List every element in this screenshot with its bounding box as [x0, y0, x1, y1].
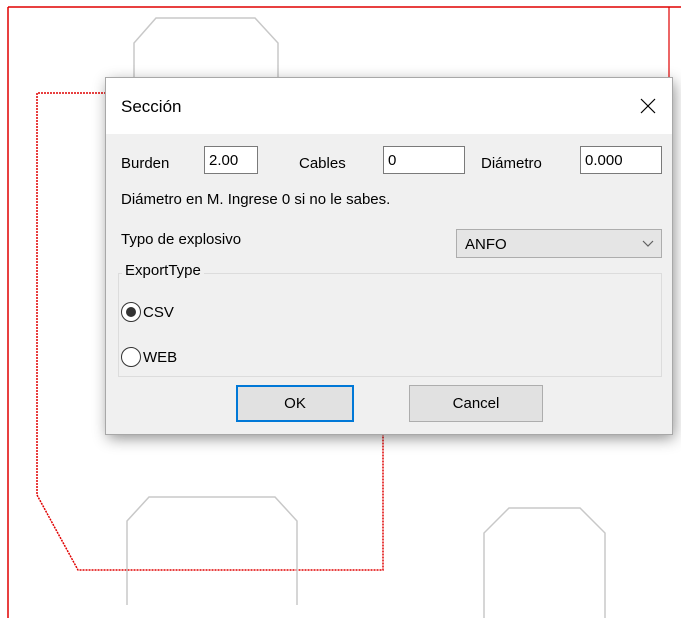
- cables-input[interactable]: [383, 146, 465, 174]
- explosive-type-select[interactable]: ANFO: [456, 229, 662, 258]
- gray-pad-top: [133, 17, 279, 78]
- burden-input[interactable]: [204, 146, 258, 174]
- cables-label: Cables: [299, 155, 346, 172]
- ok-button[interactable]: OK: [236, 385, 354, 422]
- radio-web-indicator: [121, 347, 141, 367]
- chevron-down-icon: [642, 240, 654, 247]
- explosive-type-value: ANFO: [465, 236, 507, 253]
- export-type-legend: ExportType: [122, 262, 204, 279]
- close-icon: [640, 98, 656, 114]
- radio-csv-indicator: [121, 302, 141, 322]
- seccion-dialog: Sección Burden Cables Diámetro Diámetro …: [106, 78, 672, 434]
- radio-web-label: WEB: [143, 348, 178, 366]
- radio-csv[interactable]: CSV: [121, 301, 174, 323]
- gray-pad-bottom-left: [126, 496, 298, 605]
- diametro-hint: Diámetro en M. Ingrese 0 si no le sabes.: [121, 191, 391, 208]
- diametro-label: Diámetro: [481, 155, 542, 172]
- cancel-button[interactable]: Cancel: [409, 385, 543, 422]
- export-type-group: [118, 273, 662, 377]
- explosive-type-label: Typo de explosivo: [121, 231, 242, 248]
- radio-web[interactable]: WEB: [121, 346, 177, 368]
- close-button[interactable]: [632, 90, 664, 122]
- gray-pad-bottom-right: [483, 507, 606, 618]
- radio-selected-dot: [126, 307, 136, 317]
- radio-csv-label: CSV: [143, 303, 174, 321]
- diametro-input[interactable]: [580, 146, 662, 174]
- dialog-title: Sección: [121, 97, 182, 116]
- burden-label: Burden: [121, 155, 170, 172]
- dialog-titlebar[interactable]: Sección: [106, 78, 672, 134]
